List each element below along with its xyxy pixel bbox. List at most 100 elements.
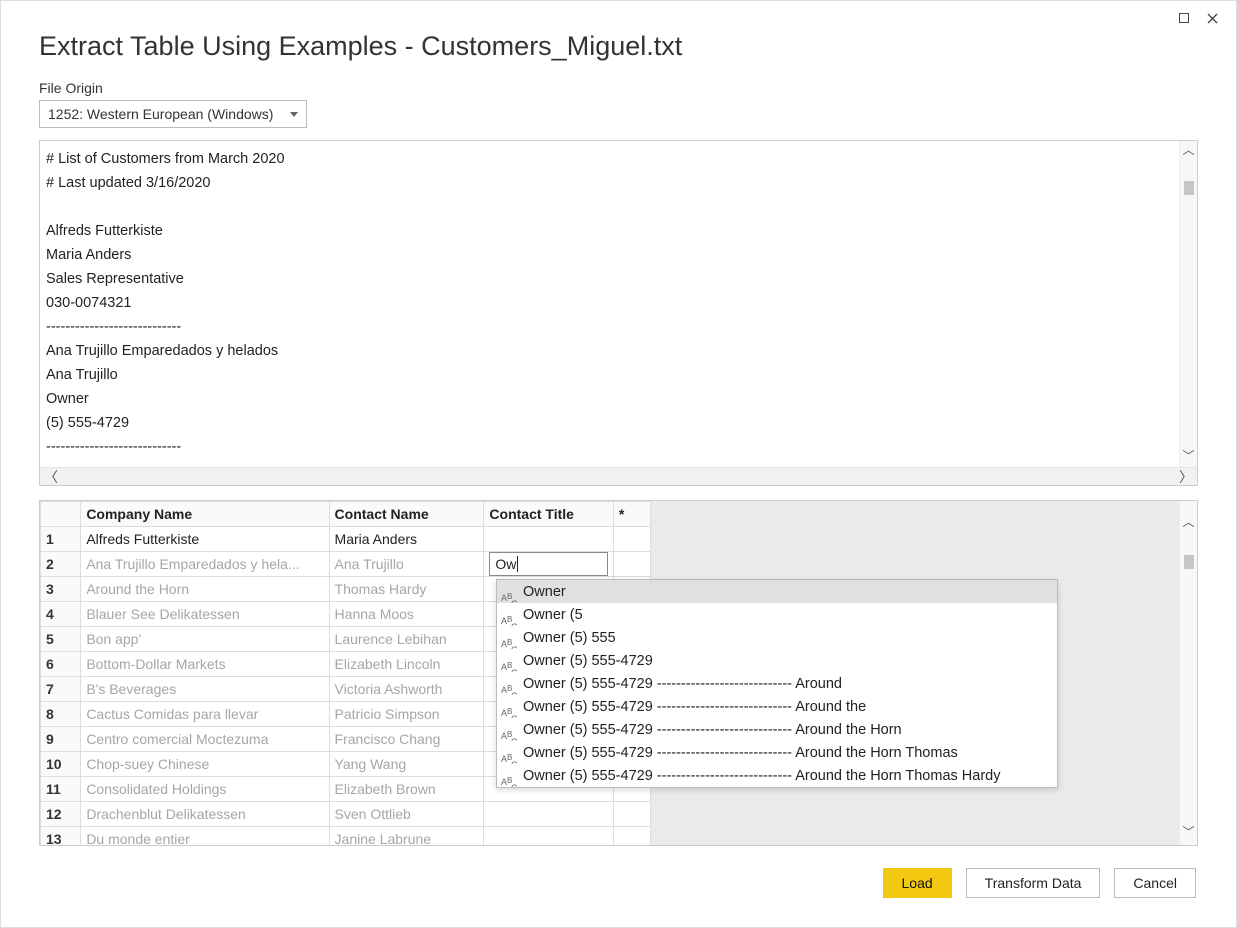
cell-contact[interactable]: Francisco Chang bbox=[329, 727, 484, 752]
cell-company[interactable]: Bottom-Dollar Markets bbox=[81, 652, 329, 677]
autocomplete-item[interactable]: BOwner (5) 555 bbox=[497, 626, 1057, 649]
cell-company[interactable]: Centro comercial Moctezuma bbox=[81, 727, 329, 752]
row-number[interactable]: 7 bbox=[41, 677, 81, 702]
cell-extra[interactable] bbox=[613, 827, 650, 846]
cell-contact[interactable]: Janine Labrune bbox=[329, 827, 484, 846]
grid-vertical-scrollbar[interactable]: ︿ ﹀ bbox=[1179, 501, 1197, 845]
row-number[interactable]: 4 bbox=[41, 602, 81, 627]
column-header-add[interactable]: * bbox=[613, 502, 650, 527]
autocomplete-item-label: Owner (5) 555-4729 ---------------------… bbox=[523, 722, 902, 738]
autocomplete-item-label: Owner (5) 555 bbox=[523, 630, 616, 646]
autocomplete-item[interactable]: BOwner (5) 555-4729 --------------------… bbox=[497, 718, 1057, 741]
row-number[interactable]: 5 bbox=[41, 627, 81, 652]
cell-extra[interactable] bbox=[613, 552, 650, 577]
close-button[interactable] bbox=[1198, 7, 1226, 29]
autocomplete-item[interactable]: BOwner (5) 555-4729 --------------------… bbox=[497, 695, 1057, 718]
scroll-thumb[interactable] bbox=[1184, 555, 1194, 569]
close-icon bbox=[1207, 13, 1218, 24]
scroll-down-icon: ﹀ bbox=[1182, 823, 1194, 841]
autocomplete-item[interactable]: BOwner (5 bbox=[497, 603, 1057, 626]
column-header-title[interactable]: Contact Title bbox=[484, 502, 613, 527]
row-number[interactable]: 13 bbox=[41, 827, 81, 846]
cell-company[interactable]: Cactus Comidas para llevar bbox=[81, 702, 329, 727]
row-number[interactable]: 11 bbox=[41, 777, 81, 802]
cell-contact[interactable]: Ana Trujillo bbox=[329, 552, 484, 577]
cell-title[interactable] bbox=[484, 802, 613, 827]
row-number[interactable]: 10 bbox=[41, 752, 81, 777]
row-number[interactable]: 12 bbox=[41, 802, 81, 827]
autocomplete-item-label: Owner (5) 555-4729 ---------------------… bbox=[523, 676, 842, 692]
cell-company[interactable]: Consolidated Holdings bbox=[81, 777, 329, 802]
cell-title[interactable]: Ow bbox=[484, 552, 613, 577]
cell-contact[interactable]: Sven Ottlieb bbox=[329, 802, 484, 827]
table-row: 1Alfreds FutterkisteMaria Anders bbox=[41, 527, 651, 552]
chevron-down-icon bbox=[290, 112, 298, 117]
cell-extra[interactable] bbox=[613, 802, 650, 827]
cancel-button[interactable]: Cancel bbox=[1114, 868, 1196, 898]
cell-contact[interactable]: Yang Wang bbox=[329, 752, 484, 777]
row-number[interactable]: 9 bbox=[41, 727, 81, 752]
file-preview-text: # List of Customers from March 2020 # La… bbox=[40, 141, 1197, 467]
cell-company[interactable]: Drachenblut Delikatessen bbox=[81, 802, 329, 827]
cell-contact[interactable]: Thomas Hardy bbox=[329, 577, 484, 602]
cell-contact[interactable]: Elizabeth Brown bbox=[329, 777, 484, 802]
cell-contact[interactable]: Victoria Ashworth bbox=[329, 677, 484, 702]
cell-company[interactable]: Blauer See Delikatessen bbox=[81, 602, 329, 627]
cell-title[interactable] bbox=[484, 527, 613, 552]
cell-contact[interactable]: Elizabeth Lincoln bbox=[329, 652, 484, 677]
cell-company[interactable]: Du monde entier bbox=[81, 827, 329, 846]
scroll-right-icon: 〉 bbox=[1179, 467, 1193, 487]
cell-contact[interactable]: Patricio Simpson bbox=[329, 702, 484, 727]
maximize-button[interactable] bbox=[1170, 7, 1198, 29]
table-row: 13Du monde entierJanine Labrune bbox=[41, 827, 651, 846]
examples-grid: Company Name Contact Name Contact Title … bbox=[39, 500, 1198, 846]
preview-vertical-scrollbar[interactable]: ︿ ﹀ bbox=[1179, 141, 1197, 467]
table-row: 12Drachenblut DelikatessenSven Ottlieb bbox=[41, 802, 651, 827]
file-preview: # List of Customers from March 2020 # La… bbox=[39, 140, 1198, 486]
row-number[interactable]: 8 bbox=[41, 702, 81, 727]
autocomplete-item-label: Owner (5) 555-4729 ---------------------… bbox=[523, 768, 1000, 784]
row-number[interactable]: 3 bbox=[41, 577, 81, 602]
cell-company[interactable]: B's Beverages bbox=[81, 677, 329, 702]
file-origin-value: 1252: Western European (Windows) bbox=[48, 106, 273, 122]
cell-company[interactable]: Alfreds Futterkiste bbox=[81, 527, 329, 552]
autocomplete-item-label: Owner (5) 555-4729 ---------------------… bbox=[523, 699, 866, 715]
autocomplete-item-label: Owner (5) 555-4729 ---------------------… bbox=[523, 745, 958, 761]
cell-contact[interactable]: Maria Anders bbox=[329, 527, 484, 552]
column-header-contact[interactable]: Contact Name bbox=[329, 502, 484, 527]
load-button[interactable]: Load bbox=[883, 868, 952, 898]
preview-horizontal-scrollbar[interactable]: 〈 〉 bbox=[40, 467, 1197, 485]
autocomplete-item[interactable]: BOwner (5) 555-4729 bbox=[497, 649, 1057, 672]
cell-contact[interactable]: Laurence Lebihan bbox=[329, 627, 484, 652]
cell-extra[interactable] bbox=[613, 527, 650, 552]
column-header-company[interactable]: Company Name bbox=[81, 502, 329, 527]
title-input[interactable]: Ow bbox=[489, 552, 607, 576]
cell-company[interactable]: Chop-suey Chinese bbox=[81, 752, 329, 777]
cell-company[interactable]: Bon app' bbox=[81, 627, 329, 652]
cell-title[interactable] bbox=[484, 827, 613, 846]
transform-data-button[interactable]: Transform Data bbox=[966, 868, 1101, 898]
autocomplete-item[interactable]: BOwner (5) 555-4729 --------------------… bbox=[497, 741, 1057, 764]
dialog-buttons: Load Transform Data Cancel bbox=[39, 868, 1198, 898]
autocomplete-item[interactable]: BOwner (5) 555-4729 --------------------… bbox=[497, 764, 1057, 787]
row-number[interactable]: 6 bbox=[41, 652, 81, 677]
scroll-thumb[interactable] bbox=[1184, 181, 1194, 195]
autocomplete-item-label: Owner (5) 555-4729 bbox=[523, 653, 653, 669]
cell-company[interactable]: Around the Horn bbox=[81, 577, 329, 602]
titlebar bbox=[1, 1, 1236, 29]
file-origin-select[interactable]: 1252: Western European (Windows) bbox=[39, 100, 307, 128]
cell-contact[interactable]: Hanna Moos bbox=[329, 602, 484, 627]
dialog-window: Extract Table Using Examples - Customers… bbox=[0, 0, 1237, 928]
scroll-down-icon: ﹀ bbox=[1182, 447, 1194, 465]
maximize-icon bbox=[1179, 13, 1189, 23]
autocomplete-item[interactable]: BOwner bbox=[497, 580, 1057, 603]
row-number[interactable]: 1 bbox=[41, 527, 81, 552]
scroll-up-icon: ︿ bbox=[1182, 141, 1194, 159]
file-origin-label: File Origin bbox=[39, 80, 1198, 96]
scroll-up-icon: ︿ bbox=[1182, 501, 1194, 531]
row-number[interactable]: 2 bbox=[41, 552, 81, 577]
scroll-left-icon: 〈 bbox=[44, 467, 58, 487]
autocomplete-item[interactable]: BOwner (5) 555-4729 --------------------… bbox=[497, 672, 1057, 695]
table-row: 2Ana Trujillo Emparedados y hela...Ana T… bbox=[41, 552, 651, 577]
cell-company[interactable]: Ana Trujillo Emparedados y hela... bbox=[81, 552, 329, 577]
